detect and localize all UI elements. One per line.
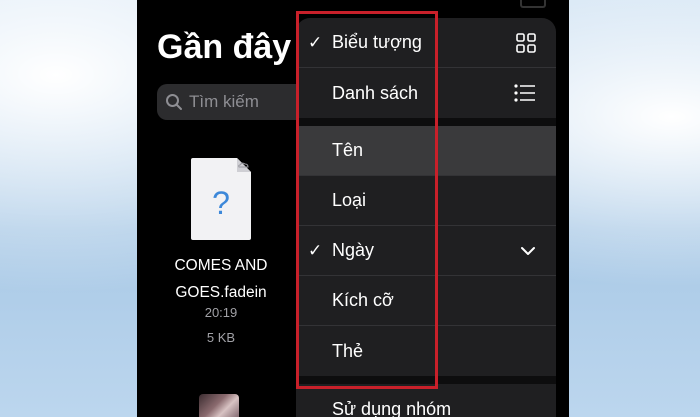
svg-text:?: ? xyxy=(212,185,230,221)
checkmark-icon: ✓ xyxy=(308,240,323,260)
view-toggle-icon[interactable] xyxy=(520,0,546,8)
menu-item-list[interactable]: Danh sách xyxy=(296,68,556,118)
file-name-line-2: GOES.fadein xyxy=(175,284,267,301)
search-placeholder: Tìm kiếm xyxy=(189,92,259,111)
menu-item-label: Biểu tượng xyxy=(332,32,422,52)
menu-item-label: Loại xyxy=(332,190,367,210)
menu-item-label: Thẻ xyxy=(332,340,364,361)
menu-item-label: Danh sách xyxy=(332,82,419,103)
menu-item-kind[interactable]: Loại xyxy=(296,176,556,226)
menu-item-label: Sử dụng nhóm xyxy=(332,398,452,417)
sort-view-menu: ✓ Biểu tượng Danh sách Tên Loại ✓ Ngày K… xyxy=(296,18,556,417)
file-time: 20:19 xyxy=(204,305,238,320)
menu-item-label: Kích cỡ xyxy=(332,290,394,310)
menu-item-label: Tên xyxy=(332,140,364,160)
menu-item-name[interactable]: Tên xyxy=(296,126,556,176)
chevron-down-icon[interactable] xyxy=(520,241,536,261)
menu-section-divider xyxy=(296,376,556,384)
menu-section-divider xyxy=(296,118,556,126)
list-icon xyxy=(514,84,535,102)
menu-item-icons[interactable]: ✓ Biểu tượng xyxy=(296,18,556,68)
file-size: 5 KB xyxy=(206,330,236,345)
search-icon xyxy=(166,94,182,110)
file-name[interactable]: COMES AND GOES.fadein xyxy=(149,252,293,306)
menu-item-date[interactable]: ✓ Ngày xyxy=(296,226,556,276)
checkmark-icon: ✓ xyxy=(308,32,323,52)
unknown-file-icon[interactable]: ? xyxy=(189,156,253,242)
menu-item-tags[interactable]: Thẻ xyxy=(296,326,556,376)
page-title: Gần đây xyxy=(157,28,292,66)
menu-item-use-groups[interactable]: Sử dụng nhóm xyxy=(296,384,556,417)
phone-screen: Gần đây Tìm kiếm ? COMES AND GOES.fadein… xyxy=(137,0,569,417)
menu-item-label: Ngày xyxy=(332,240,375,260)
file-name-line-1: COMES AND xyxy=(174,257,268,274)
menu-item-size[interactable]: Kích cỡ xyxy=(296,276,556,326)
image-thumbnail[interactable] xyxy=(199,394,239,417)
grid-icon xyxy=(516,33,536,53)
